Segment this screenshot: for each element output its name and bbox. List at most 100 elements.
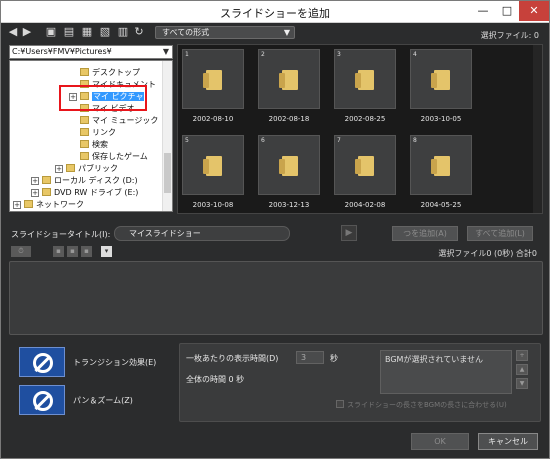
back-icon[interactable]: ◀ [7, 25, 19, 39]
thumbnail-number: 5 [185, 137, 189, 144]
document-icon[interactable]: ▾ [101, 246, 112, 257]
fit-to-bgm-checkbox[interactable]: スライドショーの長さをBGMの長さに合わせる(U) [336, 400, 507, 410]
thumbnail-item[interactable]: 4 [410, 49, 472, 109]
duration-icon[interactable]: ⏱ [11, 246, 31, 257]
per-slide-duration-stepper[interactable]: 3 [296, 351, 324, 364]
folder-icon [66, 164, 75, 172]
browser-toolbar: ◀ ▶ ▣ ▤ ▦ ▧ ▥ ↻ すべての形式 ▼ 選択ファイル: 0 [5, 25, 545, 41]
thumbnail-item[interactable]: 5 [182, 135, 244, 195]
tree-item-network[interactable]: + ネットワーク [13, 199, 84, 211]
storyboard-toolbar: ⏱ ▪ ▪ ▪ ▾ 選択ファイル0 (0秒) 合計0 [11, 246, 541, 260]
bgm-down-icon[interactable]: ▼ [516, 378, 528, 389]
thumbnail-item[interactable]: 3 [334, 49, 396, 109]
expand-icon[interactable]: + [55, 165, 63, 173]
thumbnail-date: 2004-05-25 [420, 201, 462, 209]
up-folder-icon[interactable]: ▣ [45, 25, 57, 39]
tree-item-label: 保存したゲーム [92, 152, 148, 161]
forward-icon[interactable]: ▶ [21, 25, 33, 39]
folder-icon [355, 156, 374, 176]
thumbnail-number: 4 [413, 51, 417, 58]
tree-item-desktop[interactable]: デスクトップ [80, 67, 140, 79]
thumbnail-number: 6 [261, 137, 265, 144]
cancel-button[interactable]: キャンセル [478, 433, 538, 450]
tree-item-saved-games[interactable]: 保存したゲーム [80, 151, 148, 163]
thumbnail-scrollbar[interactable] [533, 45, 542, 213]
slideshow-title-input[interactable] [114, 226, 290, 241]
folder-icon [80, 128, 89, 136]
refresh-icon[interactable]: ↻ [133, 25, 145, 39]
thumbnail-item[interactable]: 6 [258, 135, 320, 195]
file-format-select[interactable]: すべての形式 ▼ [155, 26, 295, 39]
edit-icon[interactable]: ▪ [53, 246, 64, 257]
expand-icon[interactable]: + [13, 201, 21, 209]
dvd-drive-icon [42, 188, 51, 196]
tree-item-local-disk-d[interactable]: + ローカル ディスク (D:) [31, 175, 138, 187]
view-icon[interactable]: ▤ [63, 25, 75, 39]
tree-item-label: DVD RW ドライブ (E:) [54, 188, 139, 197]
checkbox-icon [336, 400, 344, 408]
bgm-list[interactable]: BGMが選択されていません [380, 350, 512, 394]
effects-panel: トランジション効果(E) パン＆ズーム(Z) 一枚あたりの表示時間(D) 3 秒… [9, 339, 543, 429]
total-time-label: 全体の時間 0 秒 [186, 375, 245, 384]
folder-icon [431, 156, 450, 176]
panzoom-label: パン＆ズーム(Z) [73, 396, 133, 405]
delete-icon[interactable]: ▪ [81, 246, 92, 257]
thumbnail-number: 7 [337, 137, 341, 144]
thumbnail-number: 1 [185, 51, 189, 58]
expand-icon[interactable]: + [31, 177, 39, 185]
maximize-button[interactable]: □ [495, 1, 519, 21]
window-title: スライドショーを追加 [220, 7, 330, 20]
per-slide-duration-label: 一枚あたりの表示時間(D) [186, 354, 279, 363]
folder-icon [80, 68, 89, 76]
thumbnail-grid: 1 2002-08-10 2 2002-08-18 3 2002-08-25 4… [177, 44, 543, 214]
transition-effect-item[interactable]: トランジション効果(E) [19, 347, 179, 377]
no-panzoom-icon[interactable] [19, 385, 65, 415]
select-icon[interactable]: ▦ [81, 25, 93, 39]
thumbnail-item[interactable]: 2 [258, 49, 320, 109]
panzoom-effect-item[interactable]: パン＆ズーム(Z) [19, 385, 179, 415]
no-transition-icon[interactable] [19, 347, 65, 377]
thumbnail-date: 2004-02-08 [344, 201, 386, 209]
sort-icon[interactable]: ▧ [99, 25, 111, 39]
tree-scrollbar[interactable] [162, 61, 172, 211]
thumbnail-item[interactable]: 7 [334, 135, 396, 195]
file-format-value: すべての形式 [162, 28, 210, 37]
tree-item-label: リンク [92, 128, 116, 137]
add-all-button[interactable]: すべて追加(L) [467, 226, 533, 241]
thumbnail-date: 2002-08-18 [268, 115, 310, 123]
chevron-down-icon: ▼ [283, 28, 290, 37]
bgm-up-icon[interactable]: ▲ [516, 364, 528, 375]
title-bar: スライドショーを追加 — □ ✕ [1, 1, 549, 23]
tree-item-dvd-drive-e[interactable]: + DVD RW ドライブ (E:) [31, 187, 139, 199]
slide-settings-box: 一枚あたりの表示時間(D) 3 秒 全体の時間 0 秒 BGMが選択されていませ… [179, 343, 541, 422]
thumbnail-number: 3 [337, 51, 341, 58]
tree-item-my-music[interactable]: マイ ミュージック [80, 115, 158, 127]
thumbnail-date: 2002-08-25 [344, 115, 386, 123]
tree-item-label: ローカル ディスク (D:) [54, 176, 138, 185]
folder-icon [80, 140, 89, 148]
folder-icon [203, 156, 222, 176]
play-button[interactable]: ▶ [341, 225, 357, 241]
seconds-unit: 秒 [330, 354, 338, 363]
minimize-button[interactable]: — [471, 1, 495, 21]
image-icon[interactable]: ▪ [67, 246, 78, 257]
tree-scrollbar-thumb[interactable] [164, 153, 171, 193]
transition-label: トランジション効果(E) [73, 358, 157, 367]
storyboard-area[interactable] [9, 261, 543, 335]
bgm-add-icon[interactable]: + [516, 350, 528, 361]
add-button[interactable]: つを追加(A) [392, 226, 458, 241]
copy-icon[interactable]: ▥ [117, 25, 129, 39]
thumbnail-item[interactable]: 1 [182, 49, 244, 109]
tree-item-search[interactable]: 検索 [80, 139, 108, 151]
folder-icon [355, 70, 374, 90]
tree-item-public[interactable]: + パブリック [55, 163, 118, 175]
ok-button[interactable]: OK [411, 433, 469, 450]
expand-icon[interactable]: + [31, 189, 39, 197]
thumbnail-date: 2003-12-13 [268, 201, 310, 209]
tree-item-label: パブリック [78, 164, 118, 173]
folder-path-value: C:¥Users¥FMV¥Pictures¥ [12, 47, 112, 56]
close-button[interactable]: ✕ [519, 1, 549, 21]
tree-item-links[interactable]: リンク [80, 127, 116, 139]
folder-path-input[interactable]: C:¥Users¥FMV¥Pictures¥ ▼ [9, 45, 173, 59]
thumbnail-item[interactable]: 8 [410, 135, 472, 195]
